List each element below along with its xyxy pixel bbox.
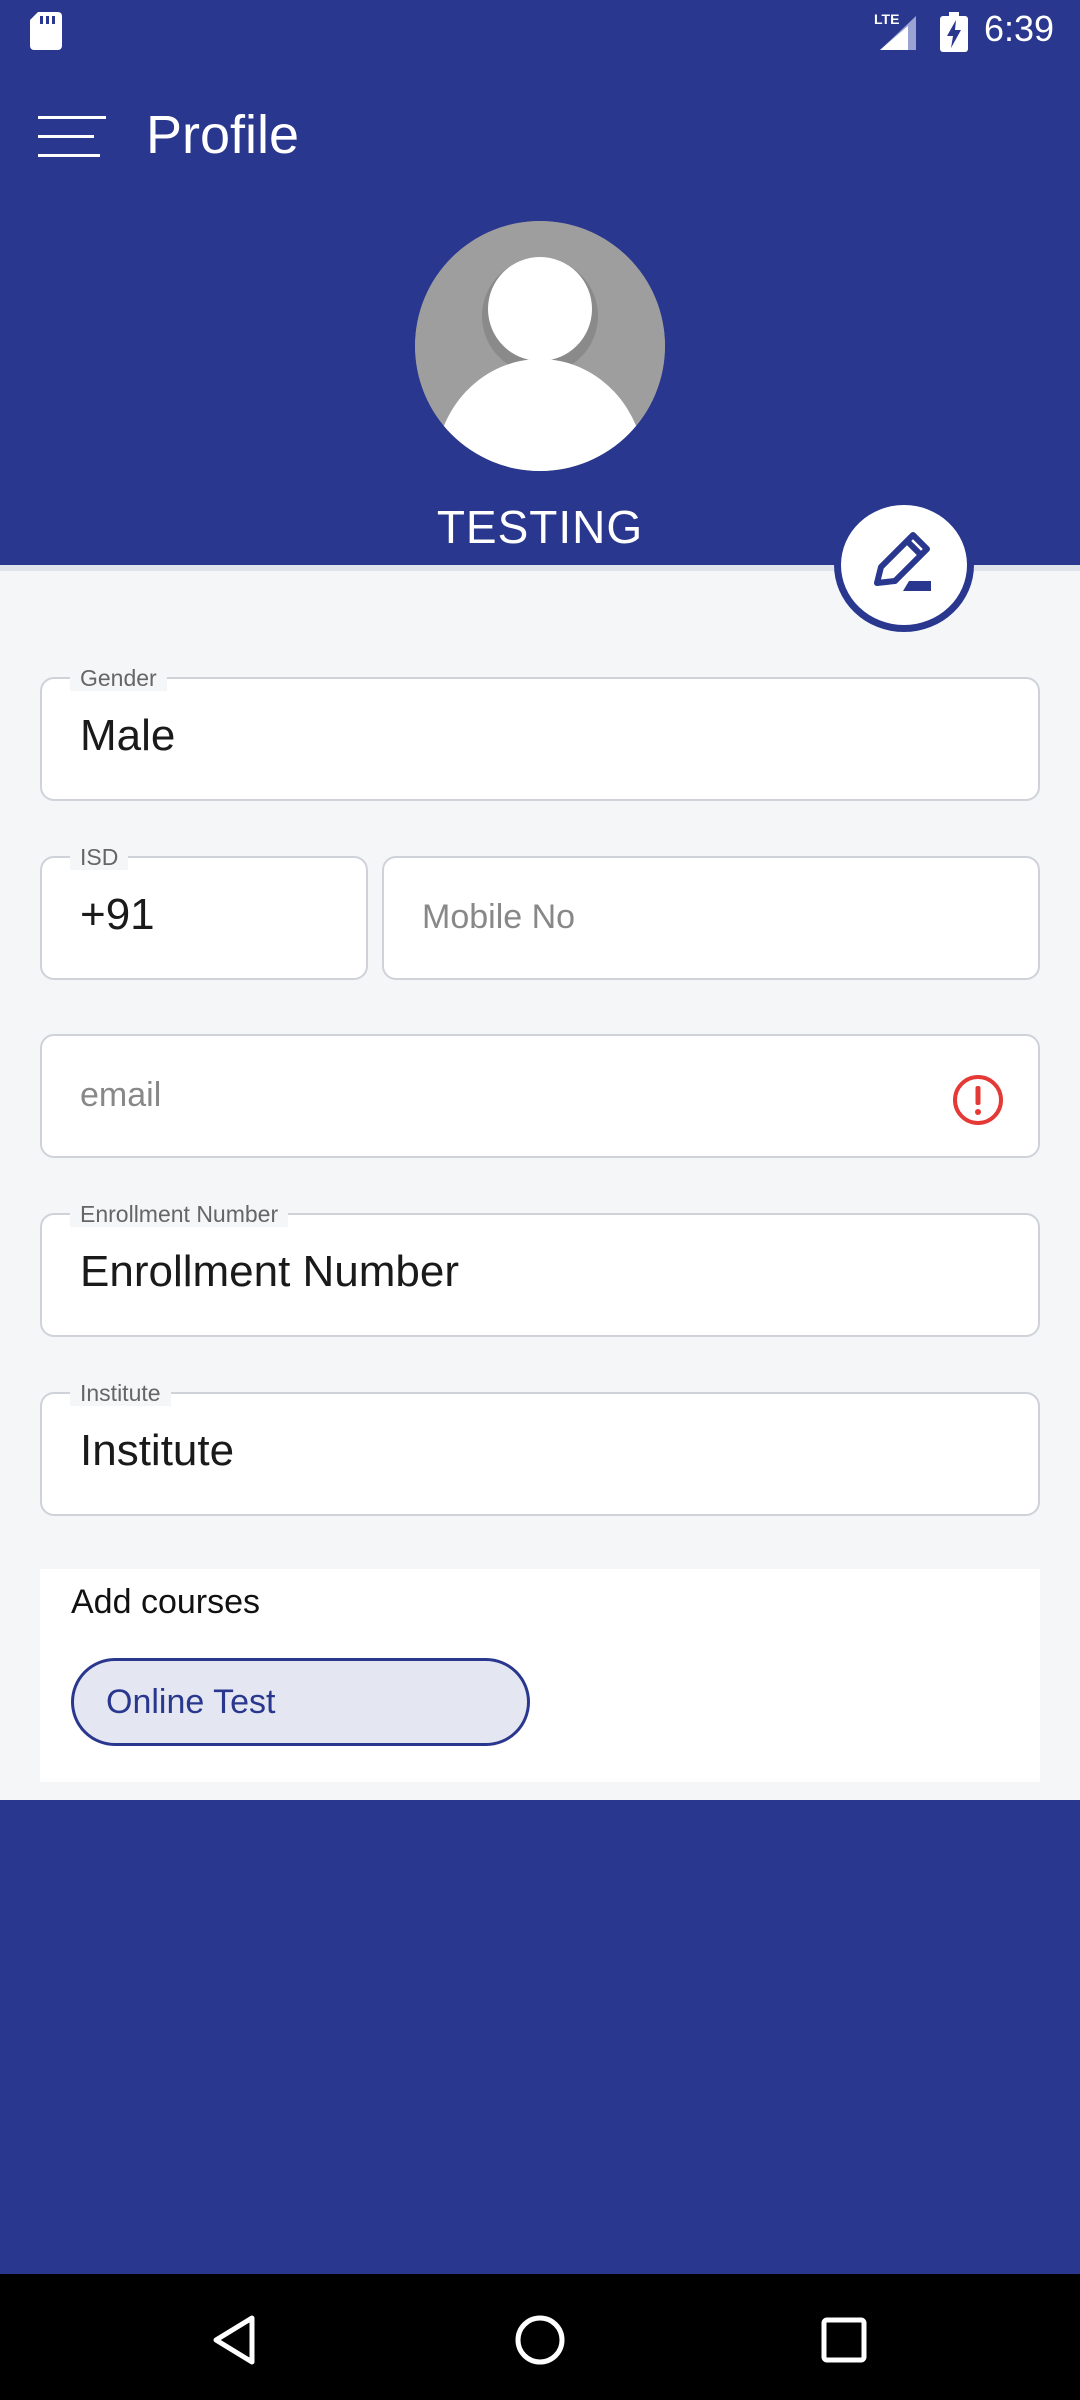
- institute-field[interactable]: Institute Institute: [40, 1380, 1040, 1516]
- menu-icon[interactable]: [38, 114, 106, 160]
- course-chip-label: Online Test: [106, 1683, 276, 1721]
- institute-label: Institute: [70, 1380, 171, 1406]
- isd-field[interactable]: ISD +91: [40, 844, 368, 980]
- battery-charging-icon: [940, 12, 968, 52]
- back-icon[interactable]: [208, 2312, 264, 2368]
- avatar-placeholder-icon: [415, 221, 665, 471]
- page-title: Profile: [146, 105, 300, 165]
- edit-profile-button[interactable]: [834, 498, 974, 632]
- courses-title: Add courses: [71, 1583, 260, 1621]
- sd-card-icon: [30, 12, 62, 50]
- gender-value: Male: [80, 711, 176, 760]
- gender-label: Gender: [70, 665, 167, 691]
- gender-field[interactable]: Gender Male: [40, 665, 1040, 801]
- app-bar: Profile: [0, 64, 1080, 208]
- course-chip[interactable]: Online Test: [71, 1658, 530, 1746]
- status-time: 6:39: [984, 8, 1055, 49]
- avatar: [415, 221, 665, 471]
- email-placeholder: email: [80, 1076, 162, 1114]
- enrollment-label: Enrollment Number: [70, 1201, 289, 1227]
- email-input[interactable]: email: [40, 1034, 1040, 1158]
- system-nav-bar: [0, 2274, 1080, 2400]
- status-bar: LTE 6:39: [0, 0, 1080, 64]
- recents-icon[interactable]: [816, 2312, 872, 2368]
- mobile-input[interactable]: Mobile No: [382, 856, 1040, 980]
- isd-value: +91: [80, 890, 155, 939]
- isd-label: ISD: [70, 844, 129, 870]
- courses-card: Add courses Online Test: [40, 1569, 1040, 1782]
- mobile-placeholder: Mobile No: [422, 898, 576, 936]
- lte-signal-icon: LTE: [874, 11, 916, 50]
- enrollment-value: Enrollment Number: [80, 1247, 460, 1296]
- error-alert-icon: [953, 1075, 1003, 1125]
- institute-value: Institute: [80, 1426, 235, 1475]
- edit-pencil-icon: [874, 532, 931, 591]
- svg-text:LTE: LTE: [874, 11, 899, 27]
- enrollment-field[interactable]: Enrollment Number Enrollment Number: [40, 1201, 1040, 1337]
- home-icon[interactable]: [512, 2312, 568, 2368]
